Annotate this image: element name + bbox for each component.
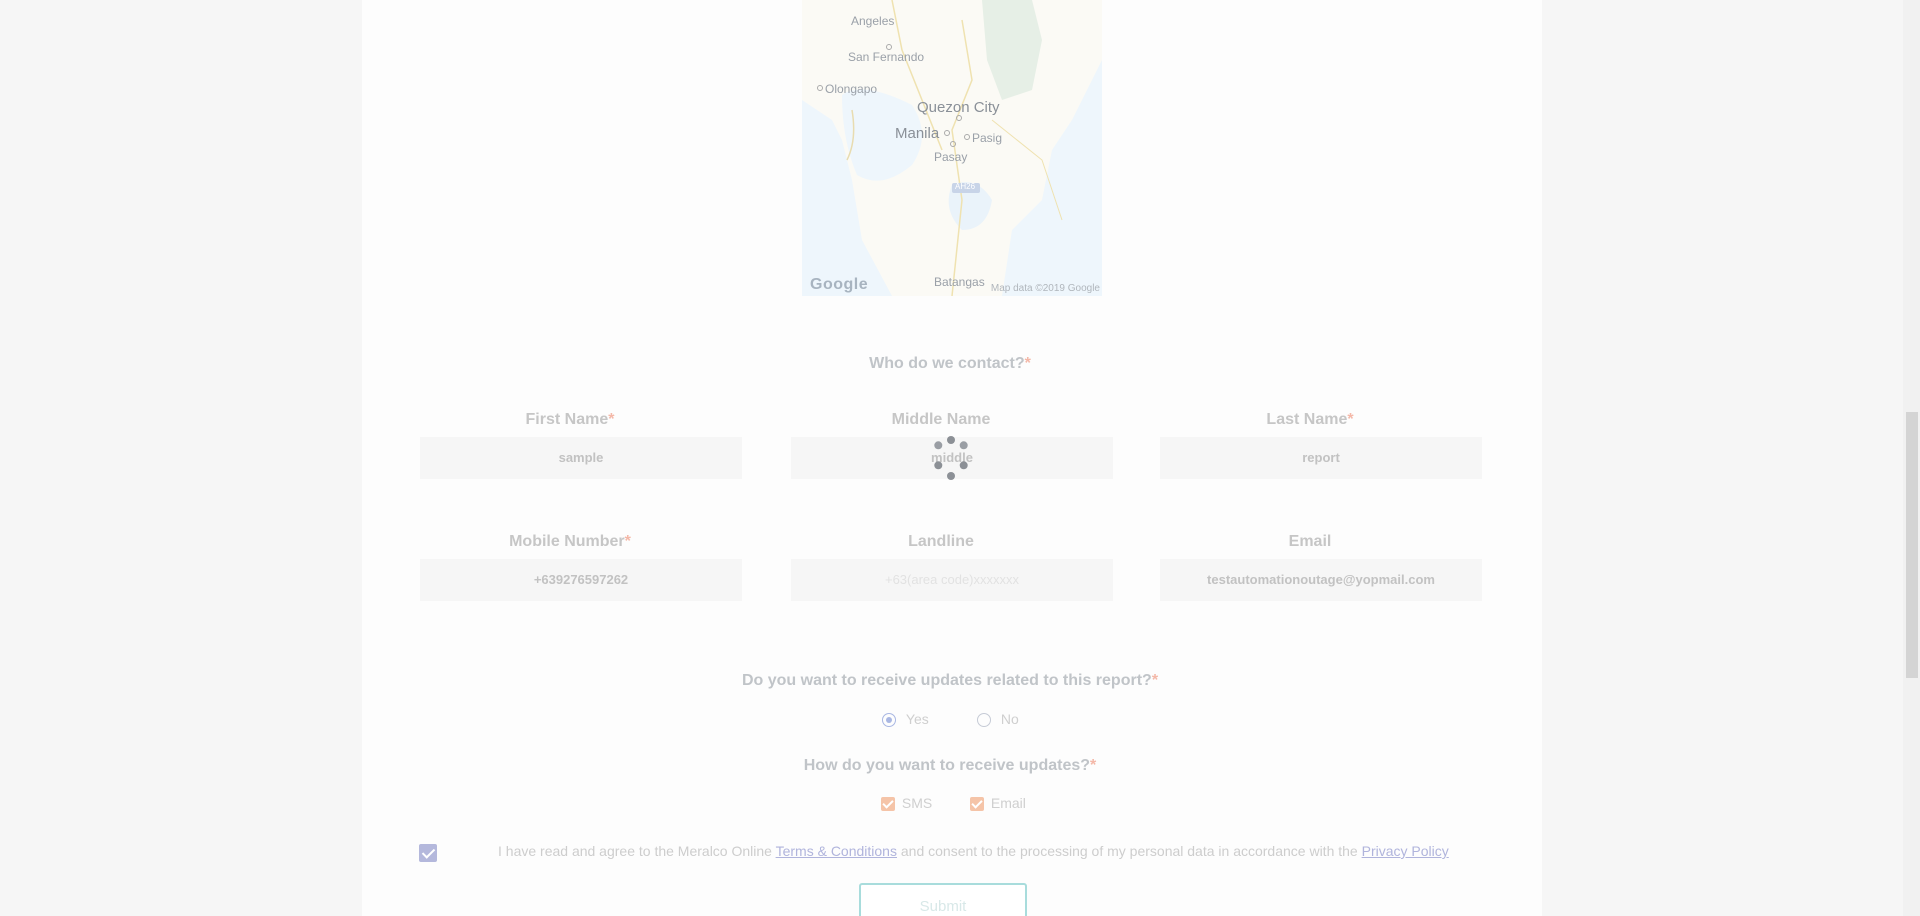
checkbox-sms[interactable]: SMS xyxy=(881,795,933,812)
email-label-option: Email xyxy=(990,795,1026,811)
page-scrollbar[interactable] xyxy=(1903,0,1920,916)
submit-button[interactable]: Submit xyxy=(859,883,1027,916)
required-mark: * xyxy=(1024,355,1031,372)
email-checkbox[interactable] xyxy=(970,797,984,812)
first-name-label-text: First Name xyxy=(525,411,609,428)
radio-no-circle[interactable] xyxy=(977,713,991,728)
radio-no[interactable]: No xyxy=(977,711,1019,728)
last-name-field[interactable]: report xyxy=(1160,437,1482,479)
agreement-text: I have read and agree to the Meralco Onl… xyxy=(498,843,1449,859)
map-label-pasig: Pasig xyxy=(972,131,1003,145)
contact-section-title: Who do we contact?* xyxy=(760,355,1140,373)
update-method-question: How do you want to receive updates?* xyxy=(750,757,1150,775)
checkbox-email[interactable]: Email xyxy=(970,795,1026,812)
sms-checkbox[interactable] xyxy=(881,797,895,812)
agreement-text-before: I have read and agree to the Meralco Onl… xyxy=(498,843,776,859)
privacy-policy-link[interactable]: Privacy Policy xyxy=(1362,843,1449,859)
required-mark: * xyxy=(1347,411,1354,428)
location-map[interactable]: Angeles San Fernando Olongapo Quezon Cit… xyxy=(802,0,1102,296)
map-label-olongapo: Olongapo xyxy=(825,82,878,96)
updates-question-text: Do you want to receive updates related t… xyxy=(741,672,1152,689)
google-logo: Google xyxy=(810,276,869,293)
radio-no-label: No xyxy=(1000,711,1019,727)
agreement-checkbox[interactable] xyxy=(419,844,437,862)
last-name-label-text: Last Name xyxy=(1266,411,1348,428)
mobile-number-label: Mobile Number* xyxy=(410,533,730,551)
map-label-ah26: AH26 xyxy=(955,182,976,191)
agreement-text-middle: and consent to the processing of my pers… xyxy=(896,843,1362,859)
map-attribution: Map data ©2019 Google xyxy=(990,283,1100,294)
map-label-san-fernando: San Fernando xyxy=(848,50,925,64)
first-name-label: First Name* xyxy=(410,411,730,429)
radio-yes[interactable]: Yes xyxy=(882,711,929,728)
landline-label: Landline xyxy=(781,533,1101,551)
mobile-label-text: Mobile Number xyxy=(509,533,625,550)
email-label: Email xyxy=(1150,533,1470,551)
required-mark: * xyxy=(624,533,631,550)
contact-title-text: Who do we contact? xyxy=(869,355,1025,372)
first-name-field[interactable]: sample xyxy=(420,437,742,479)
map-label-quezon-city: Quezon City xyxy=(917,99,1000,116)
map-label-angeles: Angeles xyxy=(851,14,895,28)
loading-spinner-icon xyxy=(934,436,968,480)
middle-name-label-text: Middle Name xyxy=(891,411,991,428)
radio-yes-label: Yes xyxy=(905,711,929,727)
terms-link[interactable]: Terms & Conditions xyxy=(776,843,897,859)
updates-question: Do you want to receive updates related t… xyxy=(700,672,1200,690)
landline-field[interactable]: +63(area code)xxxxxxx xyxy=(791,559,1113,601)
middle-name-label: Middle Name xyxy=(781,411,1101,429)
map-label-manila: Manila xyxy=(895,125,940,142)
map-label-batangas: Batangas xyxy=(934,275,985,289)
map-graphic xyxy=(802,0,1102,296)
update-method-question-text: How do you want to receive updates? xyxy=(803,757,1091,774)
scrollbar-thumb[interactable] xyxy=(1906,412,1918,678)
map-label-pasay: Pasay xyxy=(934,150,968,164)
landline-label-text: Landline xyxy=(908,533,974,550)
email-field[interactable]: testautomationoutage@yopmail.com xyxy=(1160,559,1482,601)
radio-yes-circle[interactable] xyxy=(882,713,896,728)
required-mark: * xyxy=(1151,672,1159,689)
required-mark: * xyxy=(1090,757,1097,774)
required-mark: * xyxy=(608,411,615,428)
email-label-text: Email xyxy=(1288,533,1332,550)
sms-label: SMS xyxy=(901,795,933,811)
mobile-number-field[interactable]: +639276597262 xyxy=(420,559,742,601)
last-name-label: Last Name* xyxy=(1150,411,1470,429)
